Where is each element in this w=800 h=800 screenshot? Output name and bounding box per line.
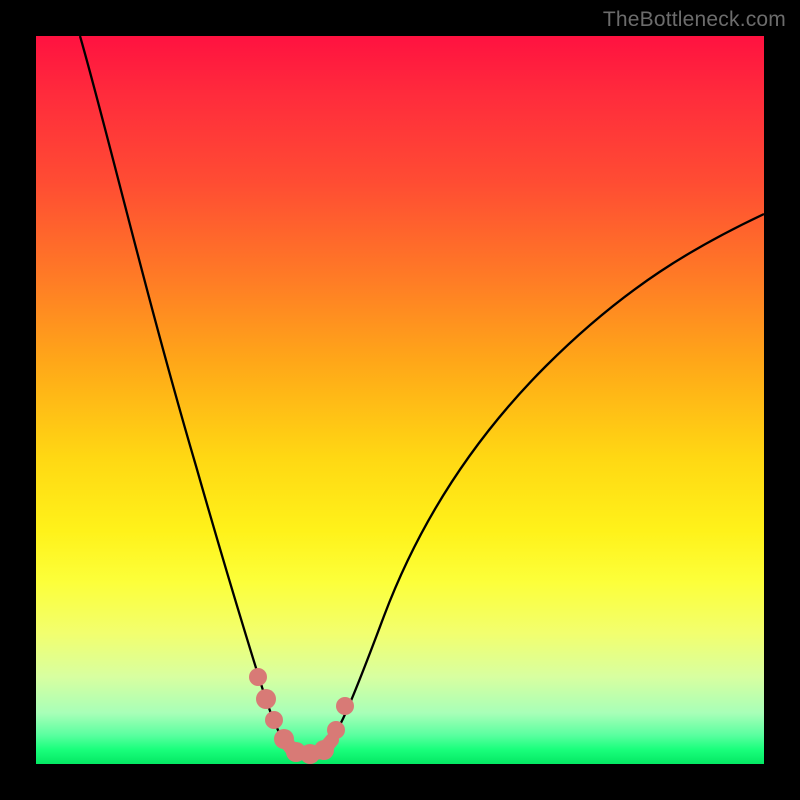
- watermark-text: TheBottleneck.com: [603, 8, 786, 32]
- marker-point: [327, 721, 345, 739]
- marker-point: [314, 740, 334, 760]
- curve-layer: [36, 36, 764, 764]
- marker-point: [256, 689, 276, 709]
- chart-frame: TheBottleneck.com: [0, 0, 800, 800]
- marker-point: [336, 697, 354, 715]
- right-branch-curve: [321, 214, 764, 752]
- plot-area: [36, 36, 764, 764]
- marker-point: [265, 711, 283, 729]
- marker-point: [249, 668, 267, 686]
- left-branch-curve: [80, 36, 294, 752]
